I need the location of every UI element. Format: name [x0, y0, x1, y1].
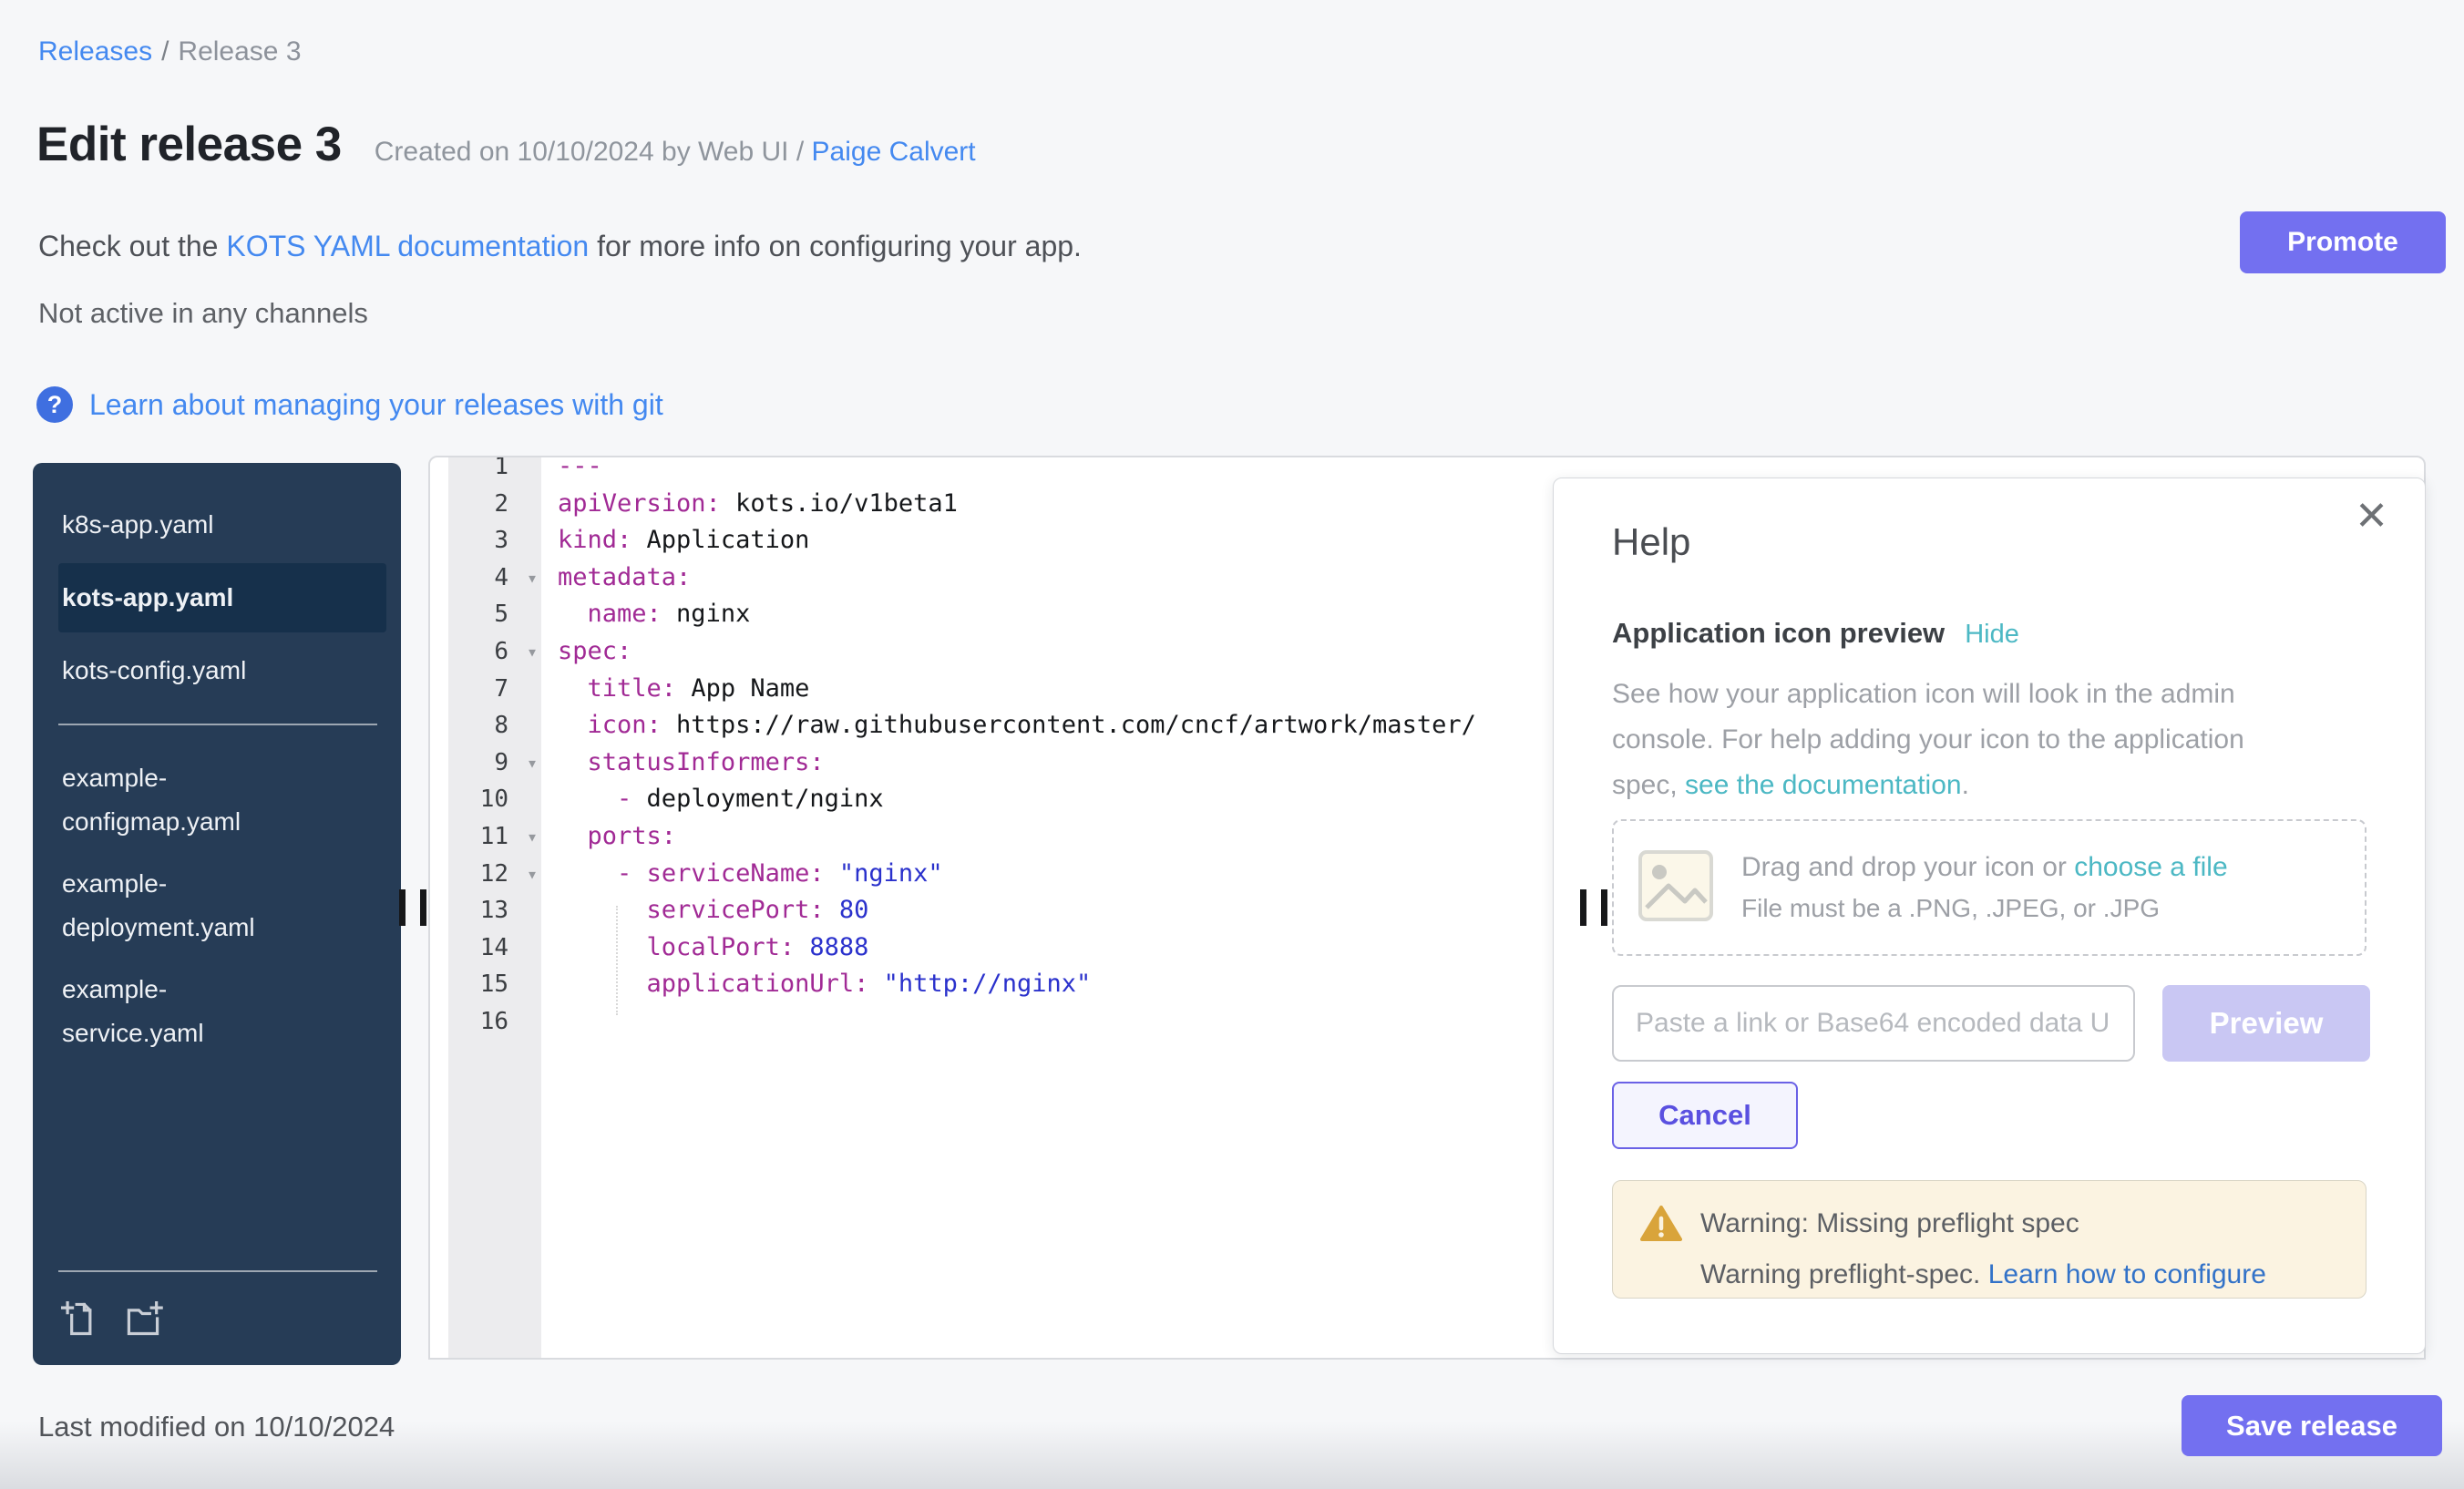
gutter-line: 5 — [448, 596, 541, 633]
created-meta-text: Created on 10/10/2024 by Web UI / — [375, 137, 804, 167]
page-title: Edit release 3 — [36, 117, 342, 172]
file-item-kots-config.yaml[interactable]: kots-config.yaml — [33, 640, 401, 702]
dropzone-instruction: Drag and drop your icon or — [1741, 852, 2074, 882]
preview-button[interactable]: Preview — [2162, 985, 2370, 1062]
close-icon[interactable]: ✕ — [2355, 493, 2388, 539]
warning-body-text: Warning preflight-spec. — [1700, 1259, 1988, 1289]
breadcrumb-releases-link[interactable]: Releases — [38, 36, 152, 67]
breadcrumb-separator: / — [161, 36, 169, 67]
image-placeholder-icon — [1638, 849, 1714, 927]
file-item-example-deployment.yaml[interactable]: example-deployment.yaml — [33, 853, 401, 959]
sidebar-bottom-bar — [58, 1270, 377, 1365]
save-release-button[interactable]: Save release — [2182, 1395, 2442, 1456]
warning-title: Warning: Missing preflight spec — [1700, 1208, 2079, 1239]
file-list-top: k8s-app.yaml kots-app.yaml kots-config.yam… — [33, 494, 401, 702]
icon-preview-description: See how your application icon will look … — [1612, 672, 2305, 808]
docs-line-before: Check out the — [38, 230, 226, 262]
docs-line-after: for more info on configuring your app. — [589, 230, 1082, 262]
icon-preview-description-period: . — [1962, 770, 1969, 800]
new-file-button[interactable] — [58, 1299, 98, 1339]
learn-how-to-configure-link[interactable]: Learn how to configure — [1988, 1259, 2266, 1289]
gutter-line: 2 — [448, 486, 541, 523]
new-file-icon — [58, 1328, 98, 1341]
gutter-line: 1 — [448, 456, 541, 486]
fold-arrow-icon[interactable]: ▾ — [527, 744, 538, 782]
channel-status: Not active in any channels — [38, 297, 368, 330]
cancel-button[interactable]: Cancel — [1612, 1082, 1798, 1149]
help-panel-title: Help — [1612, 520, 1690, 564]
resize-grip-bar — [399, 889, 406, 926]
gutter-line: 3 — [448, 522, 541, 560]
new-folder-icon — [122, 1328, 164, 1341]
gutter-line: 12▾ — [448, 856, 541, 893]
warning-triangle-icon — [1640, 1205, 1682, 1248]
gutter-line: 13 — [448, 892, 541, 929]
file-item-k8s-app.yaml[interactable]: k8s-app.yaml — [33, 494, 401, 556]
resize-grip-bar — [1601, 889, 1607, 926]
last-modified-text: Last modified on 10/10/2024 — [38, 1411, 395, 1443]
dropzone-text: Drag and drop your icon or choose a file… — [1741, 852, 2228, 923]
fold-arrow-icon[interactable]: ▾ — [527, 633, 538, 671]
file-item-example-configmap.yaml[interactable]: example-configmap.yaml — [33, 747, 401, 853]
gutter-line: 15 — [448, 966, 541, 1003]
see-documentation-link[interactable]: see the documentation — [1685, 770, 1962, 800]
gutter-line: 6▾ — [448, 633, 541, 671]
title-row: Edit release 3 Created on 10/10/2024 by … — [36, 117, 976, 172]
gutter-line: 11▾ — [448, 818, 541, 856]
file-item-kots-app.yaml[interactable]: kots-app.yaml — [58, 563, 386, 632]
file-tree-divider — [58, 724, 377, 725]
resize-grip-bar — [420, 889, 426, 926]
page: { "colors": { "accent": "#7370f0", "acce… — [0, 0, 2464, 1489]
file-list-examples: example-configmap.yamlexample-deployment… — [33, 747, 401, 1064]
breadcrumb-current: Release 3 — [178, 36, 301, 67]
resize-grip-bar — [1580, 889, 1586, 926]
gutter-line: 10 — [448, 781, 541, 818]
git-help-row: ? Learn about managing your releases wit… — [36, 386, 663, 423]
gutter-line: 9▾ — [448, 744, 541, 782]
fold-arrow-icon[interactable]: ▾ — [527, 856, 538, 893]
warning-body: Warning preflight-spec. Learn how to con… — [1700, 1259, 2266, 1290]
author-link[interactable]: Paige Calvert — [812, 137, 976, 167]
hide-link[interactable]: Hide — [1965, 620, 2019, 650]
file-item-example-service.yaml[interactable]: example-service.yaml — [33, 959, 401, 1064]
icon-preview-section-header: Application icon preview Hide — [1612, 617, 2019, 650]
new-folder-button[interactable] — [122, 1299, 164, 1339]
dropzone-requirements: File must be a .PNG, .JPEG, or .JPG — [1741, 894, 2228, 923]
docs-line: Check out the KOTS YAML documentation fo… — [38, 230, 1082, 263]
created-meta: Created on 10/10/2024 by Web UI / Paige … — [375, 137, 976, 168]
git-releases-link[interactable]: Learn about managing your releases with … — [89, 388, 663, 422]
preflight-warning-box: Warning: Missing preflight spec Warning … — [1612, 1180, 2366, 1299]
fold-arrow-icon[interactable]: ▾ — [527, 560, 538, 597]
choose-file-link[interactable]: choose a file — [2074, 852, 2227, 882]
gutter-line: 4▾ — [448, 560, 541, 597]
promote-button[interactable]: Promote — [2240, 211, 2446, 273]
kots-yaml-docs-link[interactable]: KOTS YAML documentation — [226, 230, 589, 262]
icon-dropzone[interactable]: Drag and drop your icon or choose a file… — [1612, 819, 2366, 956]
icon-preview-title: Application icon preview — [1612, 617, 1945, 650]
icon-url-input[interactable] — [1612, 985, 2135, 1062]
gutter-line: 16 — [448, 1003, 541, 1041]
help-panel: ✕ Help Application icon preview Hide See… — [1553, 478, 2426, 1354]
gutter-line: 7 — [448, 671, 541, 708]
gutter-line: 8 — [448, 707, 541, 744]
question-mark-icon: ? — [36, 386, 73, 423]
gutter-line: 14 — [448, 929, 541, 967]
editor-gutter-lines: 1234▾56▾789▾1011▾12▾13141516 — [448, 456, 541, 1041]
indent-guide — [616, 906, 618, 1015]
fold-arrow-icon[interactable]: ▾ — [527, 818, 538, 856]
file-tree-sidebar: k8s-app.yaml kots-app.yaml kots-config.yam… — [33, 463, 401, 1365]
breadcrumb: Releases / Release 3 — [38, 36, 302, 67]
